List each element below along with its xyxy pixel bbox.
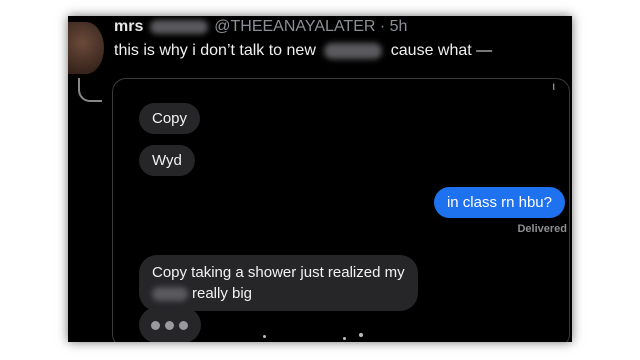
message-bubble-wyd: Wyd [139, 145, 195, 176]
screen-artifact [343, 337, 346, 340]
corner-mark: ι [552, 79, 555, 93]
screen-artifact [263, 335, 266, 338]
redacted-word [152, 287, 188, 302]
thread-connector [78, 78, 102, 102]
typing-dot [179, 321, 188, 330]
message-line-2-text: really big [192, 285, 253, 302]
message-text: Copy [152, 110, 188, 127]
message-bubble-sent: in class rn hbu? [433, 187, 565, 218]
photo-frame: mrs @THEEANAYALATER · 5h this is why i d… [68, 16, 572, 342]
attached-screenshot[interactable]: ι Copy Wyd in class rn hbu? Delivered Co… [112, 78, 570, 342]
tweet-header: mrs @THEEANAYALATER · 5h [114, 18, 407, 36]
redacted-name [149, 19, 208, 34]
tweet-text-before: this is why i don’t talk to new [114, 42, 316, 59]
delivered-status: Delivered [517, 223, 567, 235]
typing-dot [165, 321, 174, 330]
message-line-1: Copy taking a shower just realized my [152, 264, 405, 281]
tweet-text: this is why i don’t talk to new cause wh… [114, 42, 492, 60]
message-line-2: really big [152, 283, 405, 304]
display-name[interactable]: mrs [114, 18, 143, 35]
handle-timestamp: @THEEANAYALATER · 5h [214, 18, 408, 35]
typing-indicator [139, 307, 201, 342]
message-bubble-long: Copy taking a shower just realized my re… [139, 255, 418, 311]
redacted-word [324, 42, 383, 59]
message-text: Wyd [152, 152, 182, 169]
avatar[interactable] [68, 22, 104, 74]
typing-dot [151, 321, 160, 330]
message-bubble-copy: Copy [139, 103, 201, 134]
message-text: in class rn hbu? [446, 194, 552, 211]
screen-artifact [359, 333, 363, 337]
tweet-text-after: cause what — [390, 42, 493, 59]
